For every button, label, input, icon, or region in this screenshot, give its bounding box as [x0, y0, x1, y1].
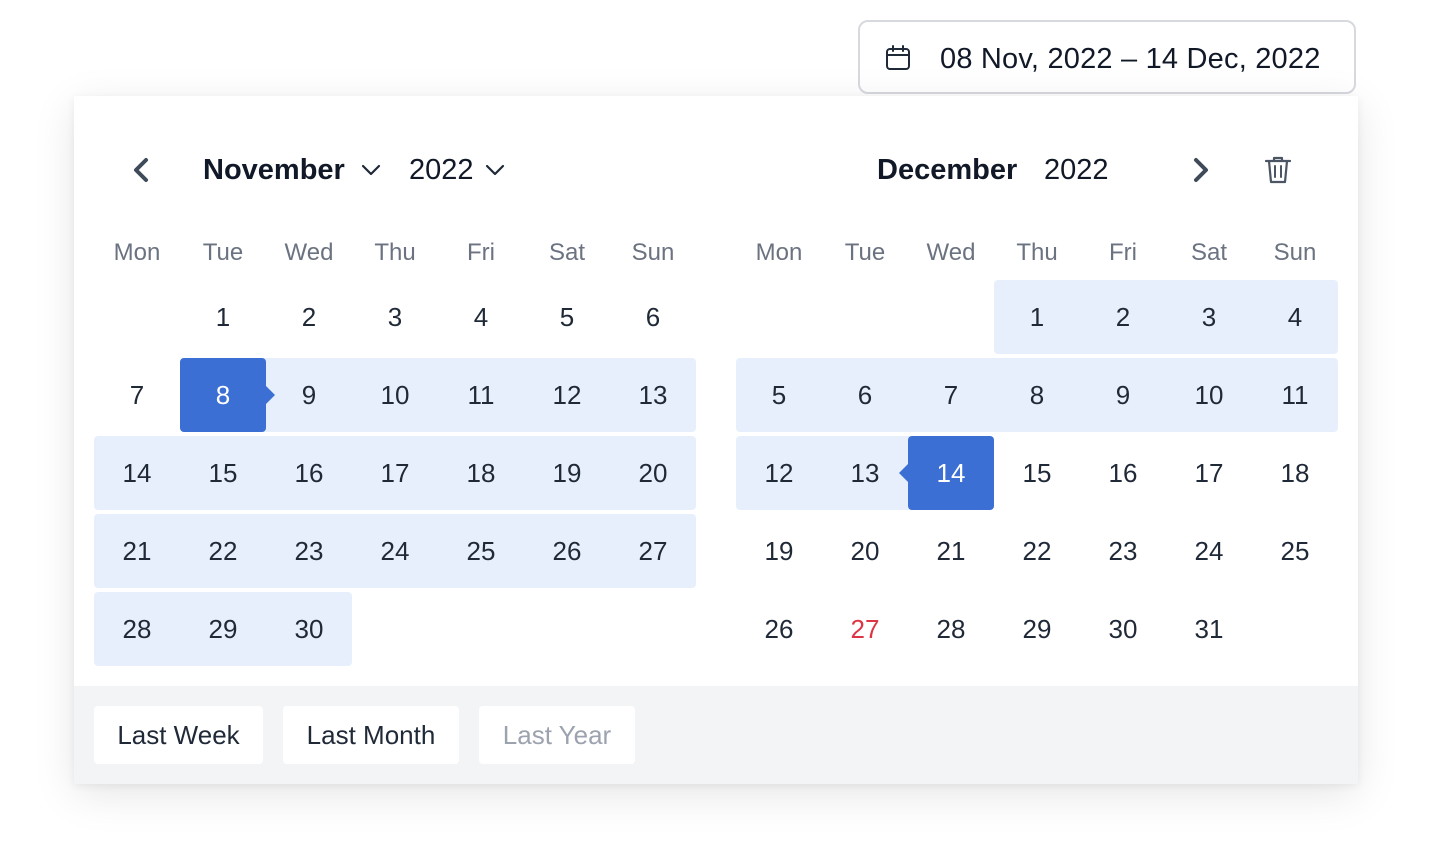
month-select-left[interactable]: November: [203, 150, 345, 190]
calendar-day[interactable]: 9: [1080, 358, 1166, 432]
preset-footer: Last Week Last Month Last Year: [74, 686, 1358, 784]
calendar-day[interactable]: 11: [438, 358, 524, 432]
calendar-day[interactable]: 14: [94, 436, 180, 510]
calendar-day[interactable]: 19: [736, 514, 822, 588]
date-range-picker-popup: November 2022 December 2022 Mon Tue Wed …: [74, 96, 1358, 784]
calendar-day[interactable]: 7: [94, 358, 180, 432]
year-label-right: 2022: [1044, 154, 1109, 186]
calendar-day[interactable]: 23: [1080, 514, 1166, 588]
calendar-day[interactable]: 3: [352, 280, 438, 354]
calendar-day[interactable]: 4: [438, 280, 524, 354]
calendar-day[interactable]: 1: [180, 280, 266, 354]
calendar-day[interactable]: 21: [908, 514, 994, 588]
weekday-header: Tue: [202, 239, 244, 266]
calendar-day[interactable]: 25: [438, 514, 524, 588]
calendar-day[interactable]: 17: [352, 436, 438, 510]
calendar-day[interactable]: 3: [1166, 280, 1252, 354]
weekday-header: Wed: [926, 239, 976, 266]
calendar-day[interactable]: 15: [180, 436, 266, 510]
calendar-day[interactable]: 29: [994, 592, 1080, 666]
weekday-header: Fri: [467, 239, 495, 266]
calendar-day[interactable]: 9: [266, 358, 352, 432]
calendar-day[interactable]: 17: [1166, 436, 1252, 510]
year-select-left[interactable]: 2022: [409, 150, 474, 190]
calendar-day[interactable]: 27: [610, 514, 696, 588]
calendar-day[interactable]: 20: [610, 436, 696, 510]
calendar-day[interactable]: 18: [1252, 436, 1338, 510]
weekday-header: Sun: [1273, 239, 1317, 266]
calendar-day[interactable]: 10: [352, 358, 438, 432]
preset-last-month[interactable]: Last Month: [283, 706, 459, 764]
calendar-day[interactable]: 2: [1080, 280, 1166, 354]
calendar-day[interactable]: 23: [266, 514, 352, 588]
calendar-day[interactable]: 22: [180, 514, 266, 588]
chevron-right-icon[interactable]: [1188, 156, 1212, 184]
calendar-day[interactable]: 18: [438, 436, 524, 510]
range-end-day[interactable]: 14: [908, 436, 994, 510]
calendar-day[interactable]: 25: [1252, 514, 1338, 588]
weekday-header: Mon: [755, 239, 803, 266]
calendar-day[interactable]: 26: [736, 592, 822, 666]
weekday-header: Sat: [1190, 239, 1228, 266]
calendar-day[interactable]: 12: [736, 436, 822, 510]
chevron-down-icon[interactable]: [484, 162, 506, 178]
calendar-day[interactable]: 15: [994, 436, 1080, 510]
chevron-down-icon[interactable]: [360, 162, 382, 178]
range-start-day[interactable]: 8: [180, 358, 266, 432]
calendar-day[interactable]: 28: [908, 592, 994, 666]
calendar-day[interactable]: 20: [822, 514, 908, 588]
calendar-day[interactable]: 2: [266, 280, 352, 354]
date-range-input[interactable]: 08 Nov, 2022 – 14 Dec, 2022: [858, 20, 1356, 94]
calendar-day[interactable]: 30: [266, 592, 352, 666]
calendar-day[interactable]: 1: [994, 280, 1080, 354]
calendar-day[interactable]: 24: [352, 514, 438, 588]
weekday-header: Sat: [548, 239, 586, 266]
calendar-day[interactable]: 5: [736, 358, 822, 432]
calendar-day[interactable]: 22: [994, 514, 1080, 588]
preset-last-week[interactable]: Last Week: [94, 706, 263, 764]
trash-icon[interactable]: [1262, 154, 1294, 186]
month-label-right: December: [877, 154, 1018, 186]
weekday-header: Thu: [1016, 239, 1058, 266]
weekday-header: Mon: [113, 239, 161, 266]
calendar-day[interactable]: 16: [1080, 436, 1166, 510]
calendar-day[interactable]: 6: [822, 358, 908, 432]
calendar-day[interactable]: 28: [94, 592, 180, 666]
calendar-day[interactable]: 5: [524, 280, 610, 354]
weekday-header: Thu: [374, 239, 416, 266]
calendar-day[interactable]: 10: [1166, 358, 1252, 432]
date-range-value: 08 Nov, 2022 – 14 Dec, 2022: [940, 43, 1321, 75]
calendar-day[interactable]: 7: [908, 358, 994, 432]
chevron-left-icon[interactable]: [130, 156, 154, 184]
calendar-day[interactable]: 24: [1166, 514, 1252, 588]
calendar-day[interactable]: 30: [1080, 592, 1166, 666]
calendar-day[interactable]: 13: [822, 436, 908, 510]
calendar-day[interactable]: 16: [266, 436, 352, 510]
weekday-header: Tue: [844, 239, 886, 266]
weekday-header: Sun: [631, 239, 675, 266]
calendar-day[interactable]: 27: [822, 592, 908, 666]
calendar-day[interactable]: 4: [1252, 280, 1338, 354]
calendar-day[interactable]: 19: [524, 436, 610, 510]
weekday-header: Wed: [284, 239, 334, 266]
calendar-day[interactable]: 26: [524, 514, 610, 588]
calendar-day[interactable]: 12: [524, 358, 610, 432]
calendar-day[interactable]: 8: [994, 358, 1080, 432]
preset-last-year: Last Year: [479, 706, 635, 764]
weekday-header: Fri: [1109, 239, 1137, 266]
calendar-day[interactable]: 21: [94, 514, 180, 588]
calendar-day[interactable]: 11: [1252, 358, 1338, 432]
calendar-day[interactable]: 6: [610, 280, 696, 354]
calendar-day[interactable]: 13: [610, 358, 696, 432]
calendar-icon: [886, 45, 910, 70]
calendar-day[interactable]: 31: [1166, 592, 1252, 666]
calendar-day[interactable]: 29: [180, 592, 266, 666]
